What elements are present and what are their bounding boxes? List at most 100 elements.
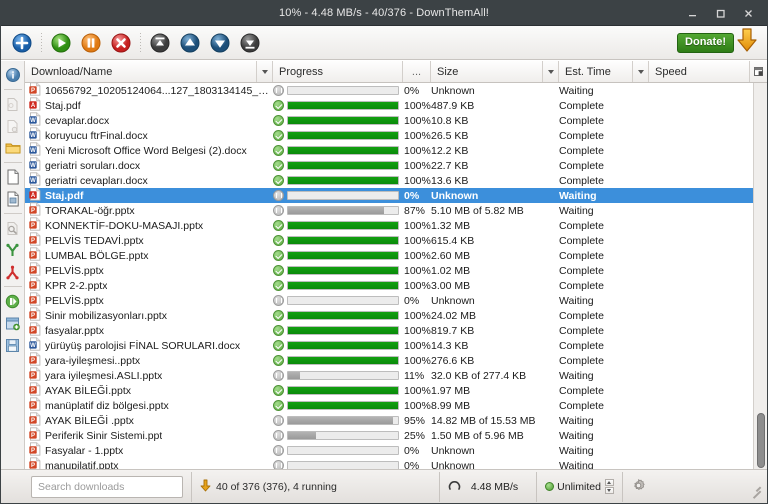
- progress-bar: [287, 281, 399, 290]
- table-row[interactable]: P Sinir mobilizasyonları.pptx 100% 24.02 MB…: [25, 307, 753, 323]
- save-icon[interactable]: [3, 335, 23, 355]
- search-file-icon[interactable]: [3, 218, 23, 238]
- table-row[interactable]: Pmanüplatif diz bölgesi.pptx 100% 8.99 MB C…: [25, 397, 753, 413]
- media-icon[interactable]: [3, 291, 23, 311]
- cell-size: 14.3 KB: [431, 339, 469, 352]
- table-header-row: Download/Name Progress ... Size Est. Tim…: [25, 61, 767, 83]
- table-row[interactable]: P AYAK BİLEĞİ.pptx 100% 1.97 MB Complete: [25, 382, 753, 398]
- table-row[interactable]: Pfasyalar.pptx 100% 819.7 KB Complete: [25, 322, 753, 338]
- toolbar-separator-2: [140, 32, 141, 53]
- table-row[interactable]: P AYAK BİLEĞİ .pptx 95% 14.82 MB of 15.53 M…: [25, 412, 753, 428]
- minimize-icon[interactable]: [679, 3, 705, 24]
- move-bottom-icon[interactable]: [235, 28, 265, 58]
- table-row[interactable]: P KONNEKTİF-DOKU-MASAJI.pptx 100% 1.32 MB Co…: [25, 217, 753, 233]
- chevron-down-icon-name[interactable]: [256, 61, 272, 82]
- cell-est-time: Complete: [559, 279, 604, 292]
- complete-status-icon: [273, 310, 284, 321]
- chevron-down-icon-est[interactable]: [632, 61, 648, 82]
- donate-arrow-icon[interactable]: [735, 26, 759, 59]
- speed-limit-control[interactable]: Unlimited: [545, 479, 614, 494]
- table-row[interactable]: Wkoruyucu ftrFinal.docx 100% 26.5 KB Comple…: [25, 127, 753, 143]
- stepper-up-icon[interactable]: [604, 479, 614, 486]
- scrollbar-thumb[interactable]: [757, 413, 765, 468]
- resize-grip[interactable]: [748, 480, 762, 494]
- table-row[interactable]: A Staj.pdf 100% 487.9 KB Complete: [25, 97, 753, 113]
- play-icon[interactable]: [46, 28, 76, 58]
- title-bar[interactable]: 10% - 4.48 MB/s - 40/376 - DownThemAll!: [1, 1, 767, 26]
- svg-text:P: P: [31, 223, 35, 229]
- split-icon[interactable]: [3, 262, 23, 282]
- document-image-icon[interactable]: [3, 189, 23, 209]
- column-header-speed[interactable]: Speed: [649, 61, 749, 82]
- cell-est-time: Complete: [559, 399, 604, 412]
- download-name: Fasyalar - 1.pptx: [45, 444, 124, 457]
- chevron-down-icon-size[interactable]: [542, 61, 558, 82]
- vertical-scrollbar[interactable]: [753, 83, 767, 469]
- info-icon[interactable]: [3, 65, 23, 85]
- table-row[interactable]: P Fasyalar - 1.pptx 0% Unknown Waiting: [25, 442, 753, 458]
- add-icon[interactable]: [7, 28, 37, 58]
- close-icon[interactable]: [735, 3, 761, 24]
- progress-bar: [287, 191, 399, 200]
- progress-bar: [287, 101, 399, 110]
- cell-percent: 100%: [404, 174, 431, 187]
- column-header-size[interactable]: Size: [431, 61, 559, 82]
- table-row[interactable]: Pyara-iyileşmesi..pptx 100% 276.6 KB Comple…: [25, 352, 753, 368]
- move-up-icon[interactable]: [175, 28, 205, 58]
- column-header-percent[interactable]: ...: [403, 61, 431, 82]
- column-header-est-time[interactable]: Est. Time: [559, 61, 649, 82]
- cancel-icon[interactable]: [106, 28, 136, 58]
- table-row[interactable]: Wcevaplar.docx 100% 10.8 KB Complete: [25, 112, 753, 128]
- table-row[interactable]: W Yeni Microsoft Office Word Belgesi (2).…: [25, 142, 753, 158]
- move-down-icon[interactable]: [205, 28, 235, 58]
- column-header-name[interactable]: Download/Name: [25, 61, 273, 82]
- table-row[interactable]: P PELVİS TEDAVİ.pptx 100% 615.4 KB Complete: [25, 232, 753, 248]
- cell-est-time: Waiting: [559, 369, 594, 382]
- table-row[interactable]: Pyara iyileşmesi.ASLI.pptx 11% 32.0 KB of …: [25, 367, 753, 383]
- activity-spinner: [448, 480, 461, 493]
- table-row[interactable]: Wgeriatri cevapları.docx 100% 13.6 KB Compl…: [25, 172, 753, 188]
- folder-icon[interactable]: [3, 138, 23, 158]
- table-row[interactable]: P KPR 2-2.pptx 100% 3.00 MB Complete: [25, 277, 753, 293]
- limit-stepper[interactable]: [604, 479, 614, 494]
- table-row[interactable]: Wyürüyüş parolojisi FİNAL SORULARI.docx 1…: [25, 337, 753, 353]
- donate-button[interactable]: Donate!: [677, 32, 734, 53]
- progress-bar: [287, 251, 399, 260]
- table-row[interactable]: P 10656792_10205124064...127_1803134145_n…: [25, 83, 753, 98]
- cell-est-time: Waiting: [559, 204, 594, 217]
- table-row[interactable]: A Staj.pdf 0% Unknown Waiting: [25, 187, 753, 203]
- merge-icon[interactable]: [3, 240, 23, 260]
- table-add-icon[interactable]: [3, 313, 23, 333]
- download-name: yara-iyileşmesi..pptx: [45, 354, 141, 367]
- cell-progress: [273, 445, 403, 456]
- table-row[interactable]: P LUMBAL BÖLGE.pptx 100% 2.60 MB Complete: [25, 247, 753, 263]
- cell-percent: 0%: [404, 84, 420, 97]
- cell-size: Unknown: [431, 294, 475, 307]
- table-row[interactable]: P TORAKAL-öğr.pptx 87% 5.10 MB of 5.82 MB Wa…: [25, 202, 753, 218]
- maximize-icon[interactable]: [707, 3, 733, 24]
- column-picker-icon[interactable]: [749, 61, 767, 82]
- file-new-icon[interactable]: [3, 116, 23, 136]
- column-header-progress[interactable]: Progress: [273, 61, 403, 82]
- paused-status-icon: [273, 85, 284, 96]
- cell-est-time: Complete: [559, 309, 604, 322]
- pause-icon[interactable]: [76, 28, 106, 58]
- preferences-button[interactable]: [631, 478, 646, 496]
- svg-text:P: P: [31, 253, 35, 259]
- cell-progress: [273, 340, 403, 351]
- table-row[interactable]: Wgeriatri soruları.docx 100% 22.7 KB Comple…: [25, 157, 753, 173]
- document-icon[interactable]: [3, 167, 23, 187]
- sidebar-separator-2: [3, 162, 22, 163]
- cell-size: Unknown: [431, 459, 475, 470]
- table-row[interactable]: P Periferik Sinir Sistemi.ppt 25% 1.50 MB o…: [25, 427, 753, 443]
- table-body[interactable]: P 10656792_10205124064...127_1803134145_n…: [25, 83, 753, 469]
- svg-text:W: W: [30, 118, 36, 124]
- move-top-icon[interactable]: [145, 28, 175, 58]
- svg-text:W: W: [30, 148, 36, 154]
- search-input[interactable]: Search downloads: [31, 475, 183, 498]
- table-row[interactable]: P PELVİS.pptx 100% 1.02 MB Complete: [25, 262, 753, 278]
- table-row[interactable]: P PELVİS.pptx 0% Unknown Waiting: [25, 292, 753, 308]
- stepper-down-icon[interactable]: [604, 487, 614, 494]
- table-row[interactable]: Pmanupilatif.pptx 0% Unknown Waiting: [25, 457, 753, 470]
- file-inactive-icon[interactable]: [3, 94, 23, 114]
